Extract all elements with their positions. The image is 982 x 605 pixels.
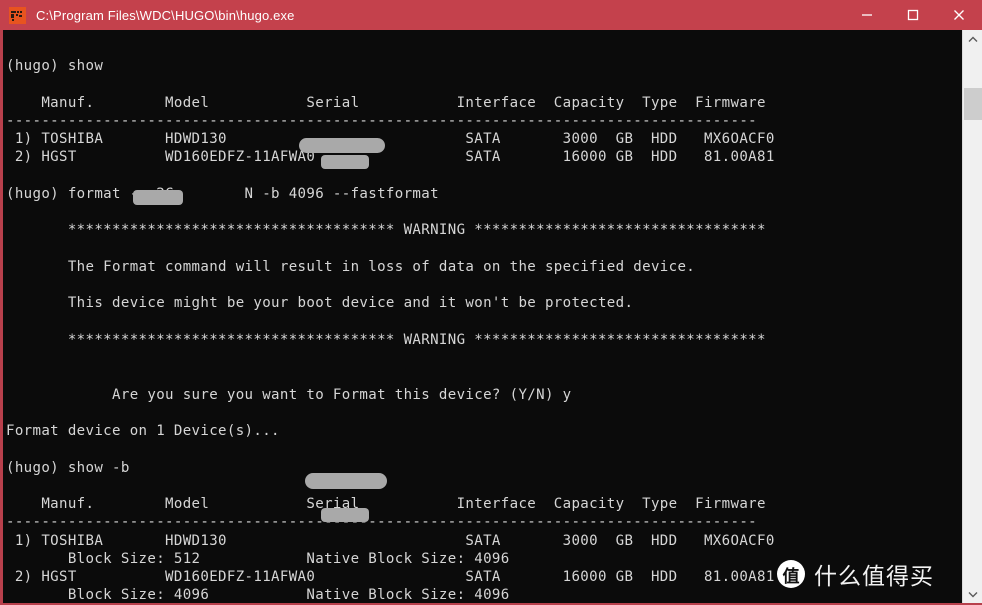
console-output: (hugo) show Manuf. Model Serial Interfac… [6,58,775,603]
scroll-down-arrow-icon[interactable] [963,585,982,603]
vertical-scrollbar[interactable] [962,30,982,603]
window-title: C:\Program Files\WDC\HUGO\bin\hugo.exe [36,7,295,23]
scrollbar-thumb[interactable] [964,88,982,120]
scroll-up-arrow-icon[interactable] [963,30,982,48]
hugo-app-icon [9,6,26,24]
window-controls [844,0,982,30]
watermark-text: 什么值得买 [814,564,934,590]
watermark-logo-icon: 值 [777,560,805,588]
terminal-body[interactable]: (hugo) show Manuf. Model Serial Interfac… [0,30,962,603]
title-bar[interactable]: C:\Program Files\WDC\HUGO\bin\hugo.exe [0,0,982,30]
minimize-button[interactable] [844,0,890,30]
site-watermark: 值 什么值得买 [777,557,934,591]
close-button[interactable] [936,0,982,30]
terminal-window: C:\Program Files\WDC\HUGO\bin\hugo.exe (… [0,0,982,605]
maximize-button[interactable] [890,0,936,30]
scrollbar-track[interactable] [963,48,982,585]
